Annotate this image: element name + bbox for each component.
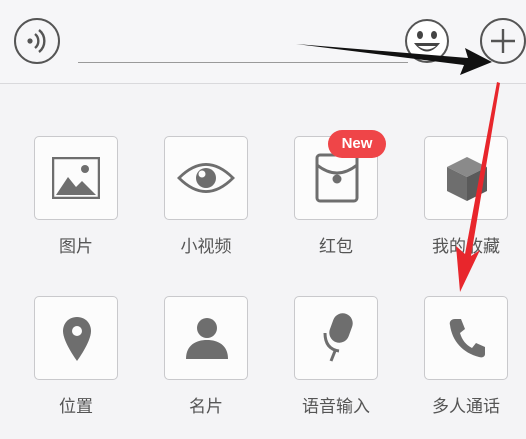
label-red-packet: 红包 — [319, 237, 353, 257]
label-favorites: 我的收藏 — [432, 237, 500, 257]
label-group-call: 多人通话 — [432, 397, 500, 417]
tile-card[interactable] — [164, 296, 248, 380]
tile-image[interactable] — [34, 136, 118, 220]
location-pin-icon — [63, 317, 91, 361]
voice-input-button[interactable] — [14, 18, 60, 64]
eye-icon — [177, 163, 235, 193]
tile-group-call[interactable] — [424, 296, 508, 380]
tile-location[interactable] — [34, 296, 118, 380]
label-location: 位置 — [59, 397, 93, 417]
emoji-button[interactable] — [404, 18, 450, 64]
voice-icon — [27, 29, 46, 53]
phone-icon — [449, 319, 485, 358]
new-badge: New — [328, 130, 386, 158]
cube-icon — [447, 157, 487, 201]
image-icon — [52, 157, 100, 199]
plus-icon — [491, 29, 515, 53]
tile-favorites[interactable] — [424, 136, 508, 220]
message-input[interactable] — [78, 62, 408, 63]
tile-video[interactable] — [164, 136, 248, 220]
label-card: 名片 — [189, 397, 223, 417]
more-plus-button[interactable] — [480, 18, 526, 64]
input-toolbar — [0, 0, 526, 84]
red-packet-icon — [315, 153, 359, 203]
label-video: 小视频 — [180, 237, 232, 257]
microphone-icon — [323, 313, 353, 362]
tile-voice-input[interactable] — [294, 296, 378, 380]
label-voice-input: 语音输入 — [302, 397, 370, 417]
label-image: 图片 — [59, 237, 93, 257]
person-icon — [186, 318, 228, 359]
smiley-icon — [405, 19, 449, 63]
